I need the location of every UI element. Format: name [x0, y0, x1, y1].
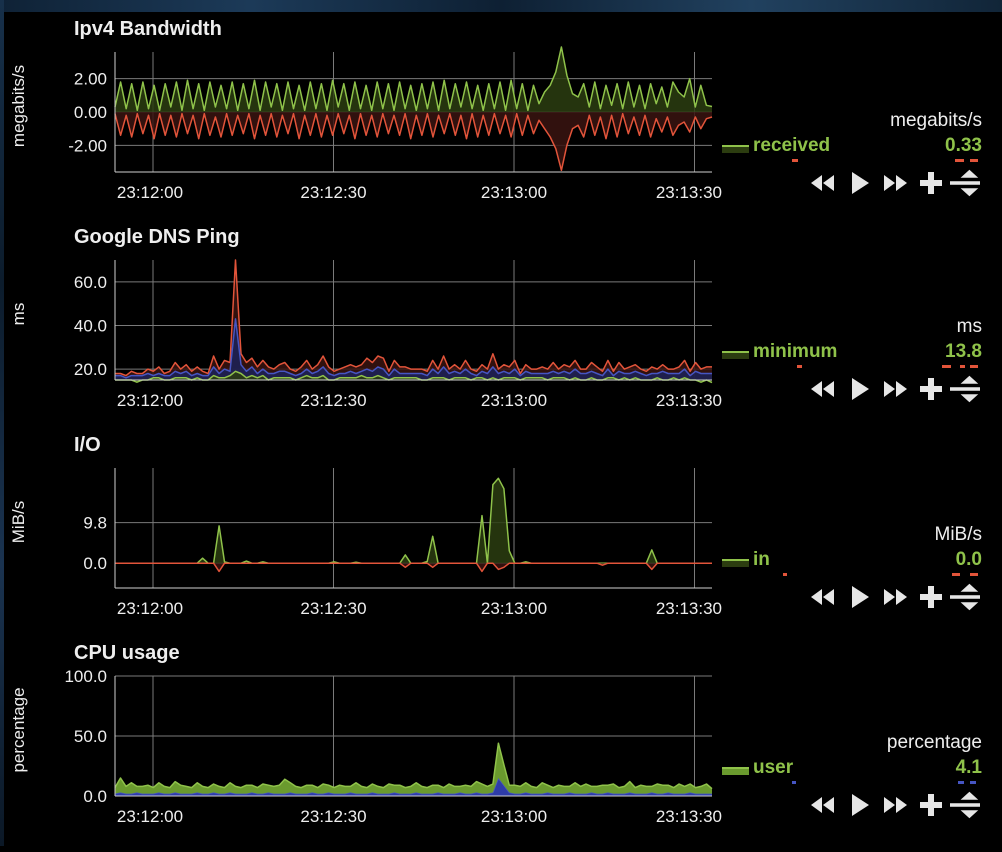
x-tick-label: 23:13:00	[481, 599, 547, 618]
playback-controls	[808, 582, 988, 612]
x-tick-label: 23:13:00	[481, 391, 547, 410]
legend-row: user 4.1	[720, 757, 982, 783]
playback-controls	[808, 790, 988, 820]
y-tick-label: 100.0	[64, 667, 107, 686]
resize-icon[interactable]	[950, 790, 980, 820]
rewind-icon[interactable]	[808, 374, 838, 404]
legend-row: in 0.0	[720, 549, 982, 575]
y-tick-label: 40.0	[74, 316, 107, 335]
rewind-icon[interactable]	[808, 168, 838, 198]
fast-forward-icon[interactable]	[880, 374, 910, 404]
legend-clipped-row	[720, 573, 982, 577]
x-tick-label: 23:13:30	[656, 391, 722, 410]
series-line	[115, 259, 712, 377]
y-axis-title: MiB/s	[9, 501, 28, 544]
plus-icon[interactable]	[916, 168, 946, 198]
play-icon[interactable]	[844, 582, 874, 612]
chart-panel-cpu: CPU usage 0.0 50.0 100.0 23:12:00 23:12:30 23…	[0, 634, 1002, 840]
fast-forward-icon[interactable]	[880, 790, 910, 820]
plus-icon[interactable]	[916, 374, 946, 404]
fast-forward-icon[interactable]	[880, 582, 910, 612]
series-line	[115, 477, 712, 564]
chart-panel-bandwidth: Ipv4 Bandwidth 2.00 0.00 -2.00 23:12:00 23:1…	[0, 10, 1002, 216]
y-tick-label: 2.00	[74, 70, 107, 89]
plus-icon[interactable]	[916, 582, 946, 612]
rewind-icon[interactable]	[808, 790, 838, 820]
series-area	[115, 743, 712, 794]
x-tick-label: 23:13:00	[481, 183, 547, 202]
legend-series-label: user	[753, 757, 794, 778]
fast-forward-icon[interactable]	[880, 168, 910, 198]
legend-series-value: 0.0	[955, 549, 982, 570]
legend-row: minimum 13.8	[720, 341, 982, 367]
legend-clipped-row	[720, 159, 982, 163]
x-tick-label: 23:12:00	[117, 807, 183, 826]
legend-units: megabits/s	[890, 110, 982, 131]
x-tick-label: 23:12:00	[117, 391, 183, 410]
resize-icon[interactable]	[950, 168, 980, 198]
legend-row: received 0.33	[720, 135, 982, 161]
y-tick-label: 0.0	[83, 554, 107, 573]
series-area	[115, 47, 712, 112]
series-area	[115, 260, 712, 380]
plus-icon[interactable]	[916, 790, 946, 820]
legend-swatch	[722, 767, 749, 775]
x-tick-label: 23:13:30	[656, 599, 722, 618]
y-axis-title: ms	[9, 303, 28, 326]
series-area	[115, 112, 712, 171]
playback-controls	[808, 168, 988, 198]
play-icon[interactable]	[844, 374, 874, 404]
legend-series-value: 4.1	[955, 757, 982, 778]
y-tick-label: 50.0	[74, 727, 107, 746]
legend-series-value: 13.8	[945, 341, 982, 362]
y-axis-title: percentage	[9, 687, 28, 772]
x-tick-label: 23:12:30	[300, 183, 366, 202]
x-tick-label: 23:12:30	[300, 391, 366, 410]
chart-panel-ping: Google DNS Ping 20.0 40.0 60.0 23:12:00 23:1…	[0, 218, 1002, 424]
legend-swatch	[722, 351, 749, 359]
y-axis-title: megabits/s	[9, 65, 28, 147]
series-area	[115, 478, 712, 564]
legend-clipped-row	[720, 781, 982, 785]
x-tick-label: 23:12:00	[117, 183, 183, 202]
series-line	[115, 562, 712, 573]
x-tick-label: 23:12:00	[117, 599, 183, 618]
x-tick-label: 23:13:00	[481, 807, 547, 826]
legend-units: percentage	[886, 732, 982, 753]
x-tick-label: 23:13:30	[656, 807, 722, 826]
playback-controls	[808, 374, 988, 404]
y-tick-label: 60.0	[74, 273, 107, 292]
legend-swatch	[722, 559, 749, 567]
play-icon[interactable]	[844, 790, 874, 820]
y-tick-label: 20.0	[74, 360, 107, 379]
legend-swatch	[722, 145, 749, 153]
legend: megabits/s received 0.33	[720, 110, 982, 230]
y-tick-label: 9.8	[83, 514, 107, 533]
legend-units: ms	[956, 316, 982, 337]
y-tick-label: 0.0	[83, 787, 107, 806]
x-tick-label: 23:12:30	[300, 599, 366, 618]
legend-series-label: minimum	[753, 341, 838, 362]
legend: percentage user 4.1	[720, 732, 982, 852]
legend-series-value: 0.33	[945, 135, 982, 156]
x-tick-label: 23:12:30	[300, 807, 366, 826]
legend: ms minimum 13.8	[720, 316, 982, 436]
series-line	[114, 742, 713, 790]
rewind-icon[interactable]	[808, 582, 838, 612]
legend-series-label: received	[753, 135, 831, 156]
legend-clipped-row	[720, 365, 982, 369]
y-tick-label: 0.00	[74, 103, 107, 122]
legend: MiB/s in 0.0	[720, 524, 982, 644]
play-icon[interactable]	[844, 168, 874, 198]
chart-panel-io: I/O 0.0 9.8 23:12:00 23:12:30 23:13:00 23:13:…	[0, 426, 1002, 632]
series-area	[115, 563, 712, 572]
legend-units: MiB/s	[934, 524, 983, 545]
y-tick-label: -2.00	[68, 136, 107, 155]
legend-series-label: in	[753, 549, 770, 570]
resize-icon[interactable]	[950, 374, 980, 404]
resize-icon[interactable]	[950, 582, 980, 612]
x-tick-label: 23:13:30	[656, 183, 722, 202]
